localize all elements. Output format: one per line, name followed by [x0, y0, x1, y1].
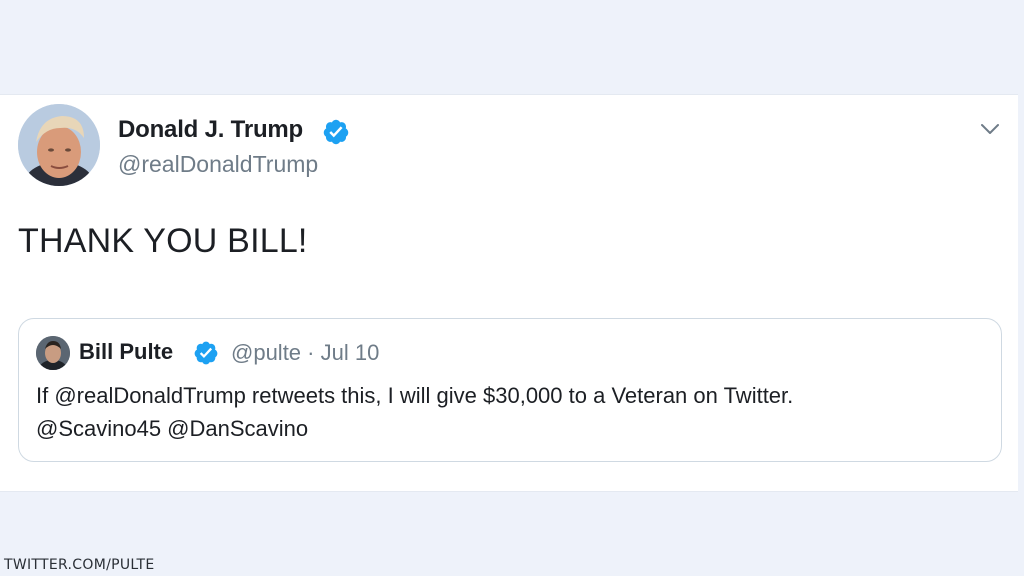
verified-badge-icon	[323, 119, 349, 145]
meta-separator: ·	[307, 340, 315, 365]
quoted-verified-badge-icon	[194, 341, 218, 365]
quoted-tweet-meta: @pulte · Jul 10	[231, 340, 379, 366]
author-handle[interactable]: @realDonaldTrump	[118, 151, 318, 178]
quoted-author-avatar[interactable]	[36, 336, 70, 370]
chevron-down-icon[interactable]	[978, 120, 1002, 138]
quoted-author-handle[interactable]: @pulte	[231, 340, 301, 365]
quoted-author-display-name[interactable]: Bill Pulte	[79, 339, 173, 365]
author-display-name[interactable]: Donald J. Trump	[118, 116, 303, 144]
quoted-tweet-text: If @realDonaldTrump retweets this, I wil…	[36, 379, 986, 445]
quoted-tweet-text-line: If @realDonaldTrump retweets this, I wil…	[36, 383, 794, 408]
quoted-tweet-text-line: @Scavino45 @DanScavino	[36, 416, 309, 441]
author-avatar[interactable]	[18, 104, 100, 186]
tweet-text: THANK YOU BILL!	[18, 222, 308, 260]
page: Donald J. Trump @realDonaldTrump THANK Y…	[0, 0, 1024, 576]
quoted-tweet-date[interactable]: Jul 10	[321, 340, 380, 365]
avatar-image	[18, 104, 100, 186]
quoted-avatar-image	[36, 336, 70, 370]
quoted-tweet-card[interactable]: Bill Pulte @pulte · Jul 10 If @realDonal…	[18, 318, 1002, 462]
source-watermark: TWITTER.COM/PULTE	[4, 557, 155, 573]
